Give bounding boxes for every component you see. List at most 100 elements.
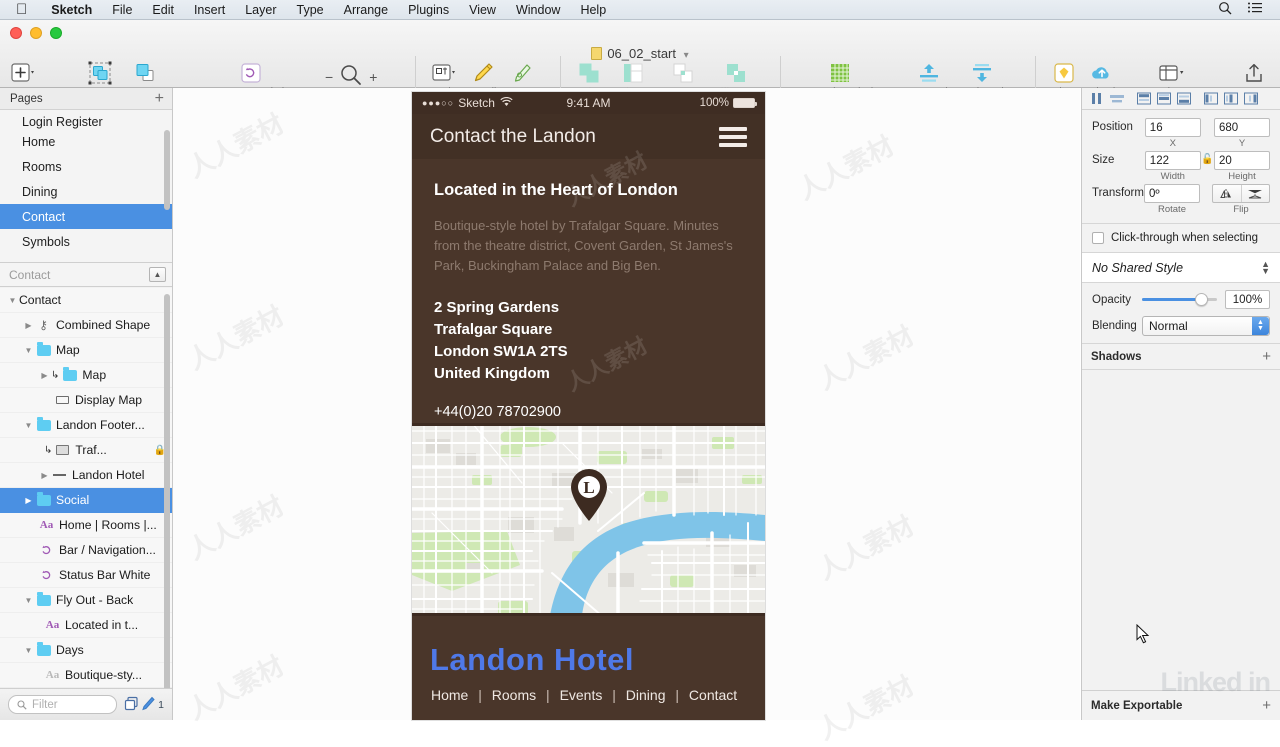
menu-item-layer[interactable]: Layer bbox=[235, 3, 286, 17]
close-window-button[interactable] bbox=[10, 27, 22, 39]
layer-row-contact[interactable]: ▼ Contact bbox=[0, 288, 172, 313]
pen-icon[interactable] bbox=[142, 696, 155, 714]
filter-input[interactable]: Filter bbox=[8, 695, 118, 714]
page-item-home[interactable]: Home bbox=[0, 129, 172, 154]
layers-scrollbar[interactable] bbox=[164, 294, 170, 688]
layer-row-social[interactable]: ▶ Social bbox=[0, 488, 172, 513]
layer-row-days[interactable]: ▼ Days bbox=[0, 638, 172, 663]
click-through-checkbox[interactable] bbox=[1092, 232, 1104, 244]
twisty-right-icon[interactable]: ▶ bbox=[22, 496, 35, 505]
page-item-dining[interactable]: Dining bbox=[0, 179, 172, 204]
layer-row-landon-footer[interactable]: ▼ Landon Footer... bbox=[0, 413, 172, 438]
list-icon[interactable] bbox=[1248, 2, 1262, 17]
blending-select[interactable]: Normal ▲ ▼ bbox=[1142, 316, 1270, 336]
layer-row-boutique-text[interactable]: Aa Boutique-sty... bbox=[0, 663, 172, 688]
distribute-right-icon[interactable] bbox=[1242, 91, 1260, 106]
menu-item-view[interactable]: View bbox=[459, 3, 506, 17]
minimize-window-button[interactable] bbox=[30, 27, 42, 39]
distribute-center-icon[interactable] bbox=[1222, 91, 1240, 106]
maximize-window-button[interactable] bbox=[50, 27, 62, 39]
pages-list[interactable]: Login Register Home Rooms Dining Contact… bbox=[0, 110, 172, 263]
layer-row-combined-shape[interactable]: ▶ ⚷ Combined Shape bbox=[0, 313, 172, 338]
footer-link-home[interactable]: Home bbox=[431, 687, 468, 703]
chevron-updown-icon[interactable]: ▲ ▼ bbox=[1252, 317, 1269, 335]
twisty-right-icon[interactable]: ▶ bbox=[22, 321, 35, 330]
zoom-in-button[interactable]: + bbox=[369, 69, 377, 85]
footer-nav-links[interactable]: Home | Rooms | Events | Dining | Contact bbox=[430, 687, 747, 703]
page-item-rooms[interactable]: Rooms bbox=[0, 154, 172, 179]
flip-vertical-button[interactable] bbox=[1240, 185, 1270, 202]
twisty-down-icon[interactable]: ▼ bbox=[6, 296, 19, 305]
stepper-icon[interactable]: ▲ ▼ bbox=[1261, 259, 1270, 275]
flip-horizontal-button[interactable] bbox=[1213, 185, 1241, 202]
twisty-down-icon[interactable]: ▼ bbox=[22, 596, 35, 605]
phone-mockup-artboard[interactable]: ●●●○○ Sketch 9:41 AM 100% Contact the La… bbox=[412, 92, 765, 720]
zoom-out-button[interactable]: − bbox=[325, 69, 333, 85]
height-input[interactable]: 20 bbox=[1214, 151, 1270, 170]
menu-item-file[interactable]: File bbox=[102, 3, 142, 17]
map-pin-marker[interactable]: L bbox=[566, 467, 612, 523]
align-left-icon[interactable] bbox=[1088, 91, 1106, 106]
menu-item-help[interactable]: Help bbox=[570, 3, 616, 17]
add-export-button[interactable]: + bbox=[1262, 698, 1271, 713]
align-center-horizontal-icon[interactable] bbox=[1108, 91, 1126, 106]
footer-link-rooms[interactable]: Rooms bbox=[492, 687, 536, 703]
layer-row-status-bar-white[interactable]: Status Bar White bbox=[0, 563, 172, 588]
opacity-value-input[interactable]: 100% bbox=[1225, 290, 1270, 309]
layer-row-trafalgar-image[interactable]: ↳ Traf... 🔒 bbox=[0, 438, 172, 463]
menu-item-edit[interactable]: Edit bbox=[142, 3, 184, 17]
twisty-down-icon[interactable]: ▼ bbox=[22, 421, 35, 430]
align-bottom-icon[interactable] bbox=[1175, 91, 1193, 106]
layers-list[interactable]: ▼ Contact ▶ ⚷ Combined Shape ▼ Map ▶ ↳ M… bbox=[0, 288, 172, 688]
collapse-layers-button[interactable]: ▲ bbox=[149, 267, 166, 282]
twisty-down-icon[interactable]: ▼ bbox=[22, 646, 35, 655]
click-through-row[interactable]: Click-through when selecting bbox=[1082, 224, 1280, 253]
layer-row-display-map[interactable]: Display Map bbox=[0, 388, 172, 413]
footer-link-contact[interactable]: Contact bbox=[689, 687, 737, 703]
layer-row-map-nested[interactable]: ▶ ↳ Map bbox=[0, 363, 172, 388]
opacity-slider[interactable] bbox=[1142, 293, 1217, 306]
align-middle-icon[interactable] bbox=[1155, 91, 1173, 106]
apple-icon[interactable]:  bbox=[16, 2, 27, 17]
layer-row-bar-navigation[interactable]: Bar / Navigation... bbox=[0, 538, 172, 563]
layer-row-home-rooms-text[interactable]: Aa Home | Rooms |... bbox=[0, 513, 172, 538]
zoom-magnifier-icon[interactable] bbox=[340, 64, 362, 89]
add-page-button[interactable]: + bbox=[155, 90, 164, 106]
page-item-login-register[interactable]: Login Register bbox=[0, 110, 172, 129]
window-traffic-lights[interactable] bbox=[10, 27, 62, 39]
width-input[interactable]: 122 bbox=[1144, 151, 1201, 170]
twisty-down-icon[interactable]: ▼ bbox=[22, 346, 35, 355]
align-top-icon[interactable] bbox=[1135, 91, 1153, 106]
duplicate-icon[interactable] bbox=[124, 696, 139, 714]
twisty-right-icon[interactable]: ▶ bbox=[38, 371, 51, 380]
hamburger-icon[interactable] bbox=[719, 126, 747, 147]
distribute-left-icon[interactable] bbox=[1202, 91, 1220, 106]
footer-link-events[interactable]: Events bbox=[560, 687, 603, 703]
layer-row-located-in-text[interactable]: Aa Located in t... bbox=[0, 613, 172, 638]
menu-item-sketch[interactable]: Sketch bbox=[41, 3, 102, 17]
add-shadow-button[interactable]: + bbox=[1262, 349, 1271, 364]
twisty-right-icon[interactable]: ▶ bbox=[38, 471, 51, 480]
document-title-bar[interactable]: 06_02_start ▾ bbox=[0, 46, 1280, 61]
page-item-contact[interactable]: Contact bbox=[0, 204, 172, 229]
layer-row-map-group[interactable]: ▼ Map bbox=[0, 338, 172, 363]
menu-item-plugins[interactable]: Plugins bbox=[398, 3, 459, 17]
position-x-input[interactable]: 16 bbox=[1144, 118, 1201, 137]
menu-item-arrange[interactable]: Arrange bbox=[334, 3, 398, 17]
menu-item-insert[interactable]: Insert bbox=[184, 3, 235, 17]
design-canvas[interactable]: 人人素材 人人素材 人人素材 人人素材 人人素材 人人素材 人人素材 人人素材 … bbox=[173, 88, 1150, 746]
rotate-input[interactable]: 0º bbox=[1143, 184, 1200, 203]
search-icon[interactable] bbox=[1218, 1, 1232, 18]
page-item-symbols[interactable]: Symbols bbox=[0, 229, 172, 254]
position-y-input[interactable]: 680 bbox=[1214, 118, 1270, 137]
map-image[interactable]: L bbox=[412, 423, 765, 616]
layer-row-landon-hotel[interactable]: ▶ Landon Hotel bbox=[0, 463, 172, 488]
menu-item-window[interactable]: Window bbox=[506, 3, 570, 17]
aspect-lock-icon[interactable]: 🔓 bbox=[1201, 151, 1214, 165]
alignment-toolbar[interactable] bbox=[1082, 88, 1280, 110]
footer-link-dining[interactable]: Dining bbox=[626, 687, 666, 703]
pages-scrollbar[interactable] bbox=[164, 130, 170, 210]
menu-item-type[interactable]: Type bbox=[287, 3, 334, 17]
shared-style-select[interactable]: No Shared Style ▲ ▼ bbox=[1082, 253, 1280, 283]
layer-row-fly-out-back[interactable]: ▼ Fly Out - Back bbox=[0, 588, 172, 613]
